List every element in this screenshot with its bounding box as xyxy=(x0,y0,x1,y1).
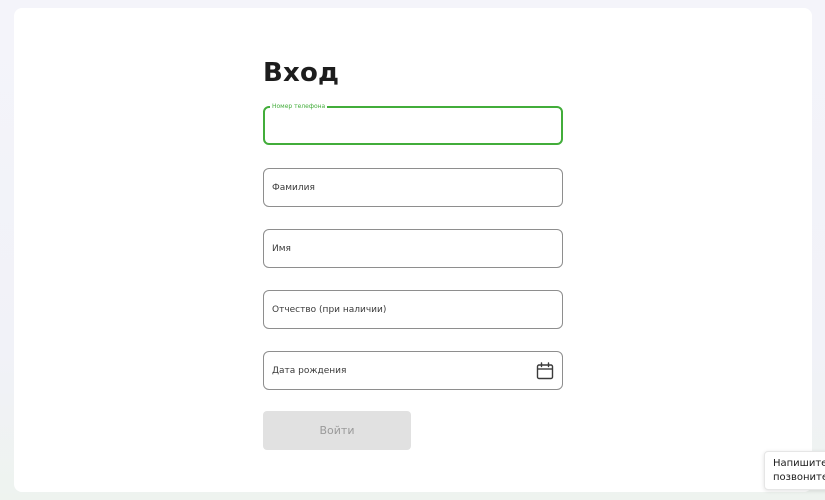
first-name-input[interactable] xyxy=(264,230,562,267)
page-title: Вход xyxy=(263,58,340,88)
birth-date-field[interactable] xyxy=(263,351,563,390)
birth-date-input[interactable] xyxy=(264,352,562,389)
middle-name-field[interactable] xyxy=(263,290,563,329)
calendar-icon[interactable] xyxy=(536,362,554,380)
chat-widget-line2: позвоните xyxy=(773,472,825,483)
phone-input[interactable] xyxy=(265,108,561,143)
first-name-field[interactable] xyxy=(263,229,563,268)
phone-field[interactable]: Номер телефона xyxy=(263,102,563,145)
chat-widget[interactable]: Напишите позвоните xyxy=(764,451,825,490)
last-name-field[interactable] xyxy=(263,168,563,207)
page: Вход Номер телефона Войти Напишите позво… xyxy=(0,0,825,500)
last-name-input[interactable] xyxy=(264,169,562,206)
middle-name-input[interactable] xyxy=(264,291,562,328)
login-button[interactable]: Войти xyxy=(263,411,411,450)
chat-widget-line1: Напишите xyxy=(773,458,825,469)
